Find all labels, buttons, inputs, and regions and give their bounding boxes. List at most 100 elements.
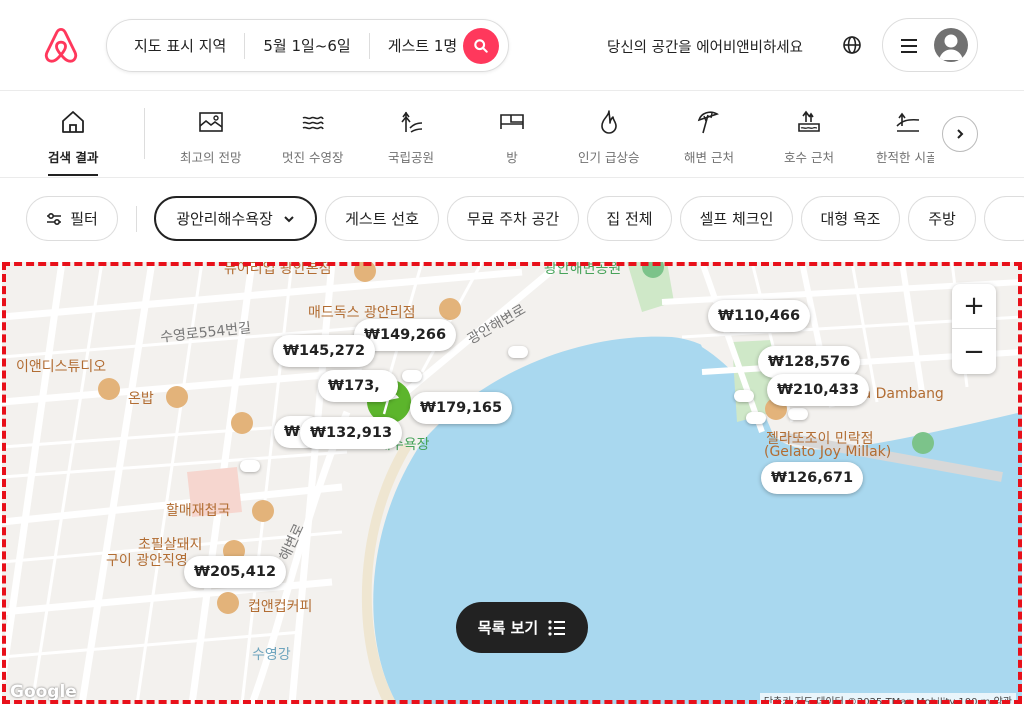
show-list-label: 목록 보기 (477, 619, 539, 637)
list-icon (548, 619, 566, 636)
category-beach[interactable]: 해변 근처 (684, 104, 734, 176)
view-icon (198, 112, 223, 132)
search-bar[interactable]: 지도 표시 지역 5월 1일~6일 게스트 1명 (106, 19, 509, 72)
national-park-icon (401, 111, 423, 133)
map-label: 이앤디스튜디오 (16, 359, 107, 375)
listing-dot[interactable] (788, 408, 808, 420)
search-dates[interactable]: 5월 1일~6일 (245, 35, 368, 56)
category-bar: 검색 결과 최고의 전망 멋진 수영장 국립공원 방 인기 급상승 해변 근처 … (0, 92, 1024, 178)
search-location[interactable]: 지도 표시 지역 (107, 35, 244, 56)
category-pools[interactable]: 멋진 수영장 (282, 104, 343, 176)
listing-dot[interactable] (734, 390, 754, 402)
cafe-icon[interactable] (217, 592, 239, 614)
price-pin[interactable]: ₩179,165 (410, 392, 513, 424)
price-pin[interactable]: ₩126,671 (761, 462, 864, 494)
zoom-in-button[interactable]: + (952, 284, 996, 329)
filter-label: 필터 (70, 210, 98, 228)
google-logo: Google (10, 682, 77, 702)
chip-label: 무료 주차 공간 (466, 210, 560, 228)
category-label: 검색 결과 (48, 150, 99, 165)
map-label: 할매재첩국 (166, 503, 231, 519)
host-link[interactable]: 당신의 공간을 에어비앤비하세요 (607, 36, 803, 57)
map-attribution[interactable]: 단축키 지도 데이터 ©2025 TMap Mobility 100 m 약관 (759, 693, 1016, 704)
zoom-out-button[interactable]: − (952, 329, 996, 374)
zoom-controls: + − (952, 284, 996, 374)
search-icon (474, 39, 488, 53)
chip-label: 셀프 체크인 (699, 210, 774, 228)
search-button[interactable] (463, 28, 499, 64)
map-label: (Gelato Joy Millak) (764, 444, 892, 460)
chip-label: 집 전체 (606, 210, 653, 228)
countryside-icon (896, 112, 920, 132)
chip-self-checkin[interactable]: 셀프 체크인 (680, 196, 793, 241)
listing-dot[interactable] (240, 460, 260, 472)
map-label: 뮤어리업 광안본점 (224, 262, 332, 277)
chip-large-bathtub[interactable]: 대형 욕조 (801, 196, 900, 241)
globe-icon[interactable] (842, 35, 862, 55)
category-label: 국립공원 (388, 150, 435, 165)
chip-label: 게스트 선호 (345, 210, 419, 228)
chip-label: 광안리해수욕장 (176, 210, 273, 228)
chip-kitchen[interactable]: 주방 (908, 196, 976, 241)
restaurant-icon[interactable] (439, 298, 461, 320)
price-pin[interactable]: ₩145,272 (273, 335, 376, 367)
lake-icon (798, 110, 820, 132)
category-label: 한적한 시골 (876, 150, 934, 165)
category-national-parks[interactable]: 국립공원 (388, 104, 434, 176)
price-pin[interactable]: ₩205,412 (184, 556, 287, 588)
listing-dot[interactable] (508, 346, 528, 358)
restaurant-icon[interactable] (252, 500, 274, 522)
chip-more[interactable] (984, 196, 1024, 241)
category-divider (144, 108, 145, 159)
airbnb-logo-icon[interactable] (42, 26, 80, 66)
map-label: 컵앤컵커피 (248, 599, 313, 615)
listing-dot[interactable] (746, 412, 766, 424)
chip-free-parking[interactable]: 무료 주차 공간 (447, 196, 579, 241)
home-search-icon (62, 111, 85, 133)
user-icon (939, 34, 963, 60)
category-rooms[interactable]: 방 (498, 104, 526, 176)
show-list-button[interactable]: 목록 보기 (456, 602, 588, 653)
category-next-button[interactable] (942, 116, 978, 152)
room-icon (500, 114, 524, 129)
category-label: 멋진 수영장 (282, 150, 344, 165)
category-trending[interactable]: 인기 급상승 (578, 104, 639, 176)
fire-icon (600, 110, 617, 134)
category-lake[interactable]: 호수 근처 (784, 104, 834, 176)
category-countryside[interactable]: 한적한 시골 (876, 104, 934, 176)
category-label: 최고의 전망 (180, 150, 242, 165)
chevron-down-icon (284, 215, 294, 222)
sliders-icon (47, 212, 62, 225)
restaurant-icon[interactable] (98, 378, 120, 400)
search-guests[interactable]: 게스트 1명 (370, 35, 476, 56)
price-pin[interactable]: ₩110,466 (708, 300, 811, 332)
map-label: 수영강 (252, 647, 291, 663)
category-best-view[interactable]: 최고의 전망 (180, 104, 241, 176)
category-search-results[interactable]: 검색 결과 (48, 104, 99, 176)
chip-label: 대형 욕조 (820, 210, 881, 228)
chip-label: 주방 (928, 210, 956, 228)
chip-entire-home[interactable]: 집 전체 (587, 196, 672, 241)
header: 지도 표시 지역 5월 1일~6일 게스트 1명 당신의 공간을 에어비앤비하세… (0, 0, 1024, 91)
map-label: 구이 광안직영 (106, 553, 188, 569)
restaurant-icon[interactable] (231, 412, 253, 434)
filter-bar: 필터 광안리해수욕장 게스트 선호 무료 주차 공간 집 전체 셀프 체크인 대… (0, 178, 1024, 258)
map-label: 온밥 (128, 391, 154, 407)
user-menu-button[interactable] (882, 18, 978, 72)
chip-gwangalli[interactable]: 광안리해수욕장 (154, 196, 317, 241)
filter-button[interactable]: 필터 (26, 196, 118, 241)
category-label: 호수 근처 (784, 150, 834, 165)
map[interactable]: 뮤어리업 광안본점 광안해변공원 매드독스 광안리점 수영로554번길 광안해변… (2, 262, 1022, 704)
restaurant-icon[interactable] (166, 386, 188, 408)
menu-icon (901, 39, 917, 53)
category-label: 인기 급상승 (578, 150, 640, 165)
price-pin[interactable]: ₩210,433 (767, 374, 870, 406)
category-label: 해변 근처 (684, 150, 734, 165)
beach-icon (697, 111, 719, 134)
chip-guest-favorite[interactable]: 게스트 선호 (325, 196, 439, 241)
map-label: 광안해변공원 (544, 262, 622, 277)
price-pin[interactable]: ₩132,913 (300, 417, 403, 449)
park-icon[interactable] (912, 432, 934, 454)
price-pin[interactable]: ₩173, (318, 370, 398, 402)
category-label: 방 (506, 150, 518, 165)
